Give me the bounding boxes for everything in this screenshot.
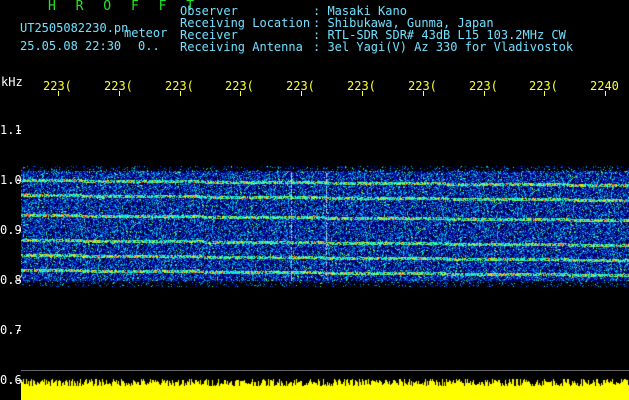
y-unit-label: kHz <box>1 75 23 89</box>
antenna-label: Receiving Antenna <box>180 40 303 54</box>
datetime-label: 25.05.08 22:30 <box>20 39 122 53</box>
antenna-value: : 3el Yagi(V) Az 330 for Vladivostok <box>313 40 574 54</box>
spectrogram-canvas <box>21 96 629 400</box>
filename-label: UT2505082230.pn <box>20 21 129 35</box>
app-title: H R O F F T <box>48 0 201 14</box>
signal-strip-divider <box>21 370 629 371</box>
header-panel: H R O F F T UT2505082230.pn meteor 25.05… <box>0 0 629 72</box>
mode-label: meteor <box>124 26 168 40</box>
counter-label: 0.. <box>138 39 160 53</box>
